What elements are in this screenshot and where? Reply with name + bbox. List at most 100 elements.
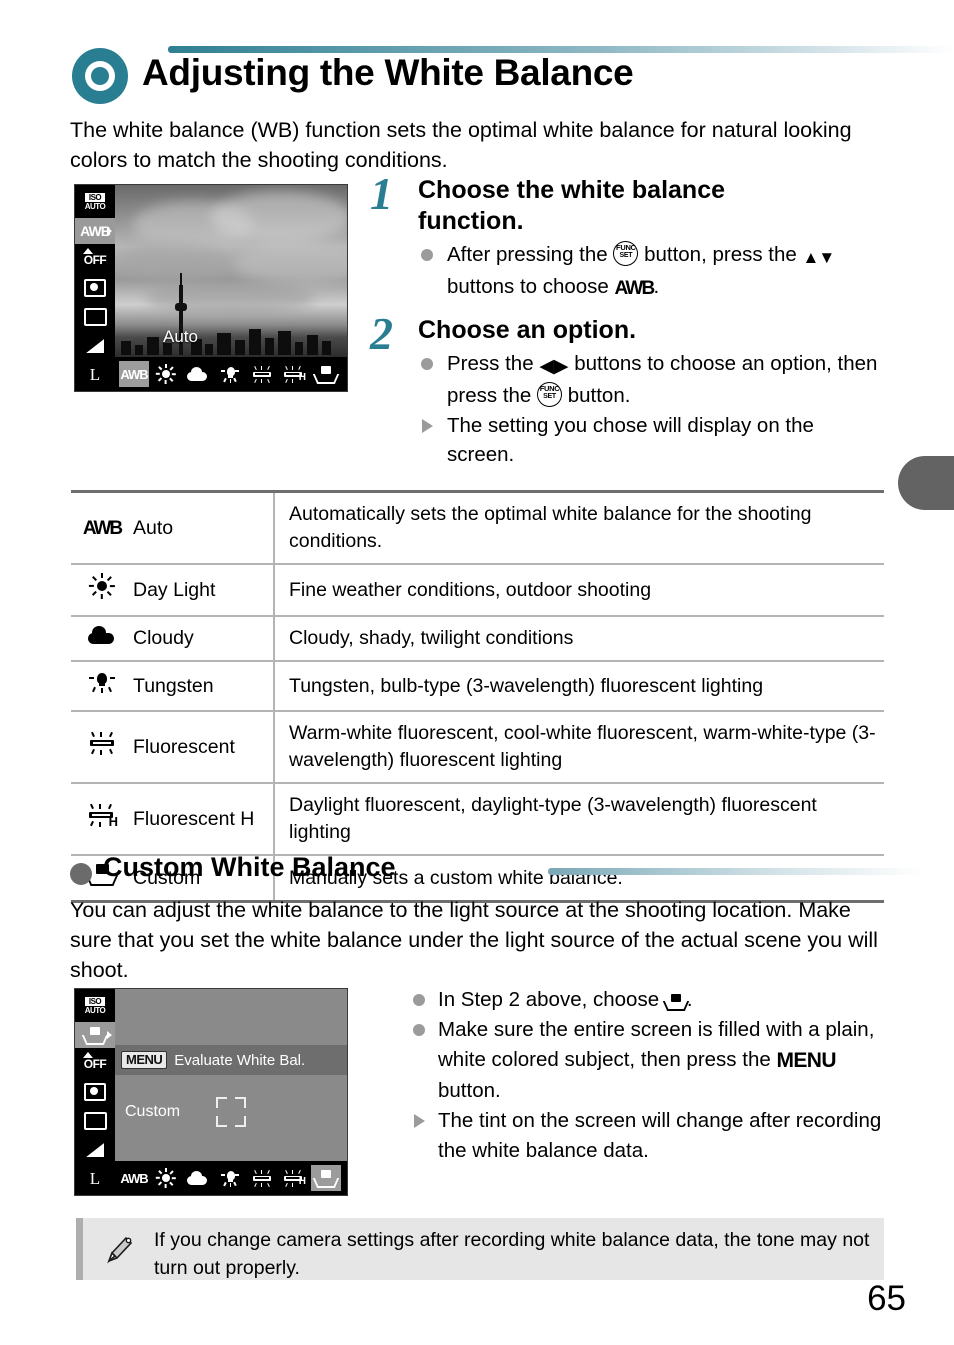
cloudy-icon [187, 367, 209, 381]
rail-item-awb[interactable]: AWB [75, 217, 115, 244]
bullet-dot-icon [413, 1024, 425, 1036]
subsection-rule [548, 868, 923, 875]
bullet-dot-icon [421, 249, 433, 261]
left-right-arrows-icon: ◀▶ [539, 356, 569, 377]
result-triangle-icon [422, 419, 433, 433]
bullet: The tint on the screen will change after… [410, 1106, 885, 1166]
step-number: 1 [370, 168, 393, 219]
wb-option-custom[interactable] [311, 1165, 341, 1191]
row-name: Fluorescent [133, 735, 235, 758]
evaluate-white-balance-label: Evaluate White Bal. [174, 1051, 306, 1069]
image-size-l-icon[interactable]: L [75, 362, 115, 388]
awb-glyph: AWB [614, 278, 656, 299]
iso-auto-icon[interactable]: ISO AUTO [75, 993, 115, 1019]
day-light-icon [89, 573, 116, 599]
camera-settings-rail: ISO AUTO AWB OFF L [75, 185, 115, 391]
intro-paragraph: The white balance (WB) function sets the… [70, 118, 852, 172]
fluorescent-h-icon: H [86, 803, 118, 828]
image-size-l-icon[interactable]: L [75, 1166, 115, 1192]
result-triangle-icon [414, 1114, 425, 1128]
menu-button-glyph: MENU [776, 1049, 836, 1072]
tungsten-icon [220, 1168, 240, 1188]
up-down-arrows-icon: ▲▼ [802, 248, 836, 267]
day-light-icon [155, 1168, 176, 1188]
mode-label: Auto [163, 327, 198, 346]
white-balance-option-strip: AWB H [115, 357, 347, 391]
wb-option-auto[interactable]: AWB [119, 1165, 149, 1191]
row-desc: Cloudy, shady, twilight conditions [273, 616, 884, 661]
fluorescent-icon [251, 365, 273, 384]
compression-wedge-icon[interactable] [75, 1137, 115, 1163]
step-number: 2 [370, 308, 393, 359]
fluorescent-h-icon: H [282, 1169, 306, 1188]
steps-list: 1 Choose the white balance function. Aft… [370, 171, 885, 471]
func-set-button-icon: FUNC SET [537, 382, 563, 407]
row-name: Fluorescent H [133, 807, 255, 830]
drive-frame-icon[interactable] [75, 304, 115, 330]
day-light-icon [155, 364, 176, 384]
table-row: Fluorescent Warm-white fluorescent, cool… [71, 711, 884, 783]
note-text: If you change camera settings after reco… [154, 1229, 870, 1279]
wb-option-day-light[interactable] [151, 1165, 181, 1191]
row-desc: Warm-white fluorescent, cool-white fluor… [273, 711, 884, 783]
manual-page: Adjusting the White Balance The white ba… [0, 0, 954, 1345]
compression-wedge-icon[interactable] [75, 333, 115, 359]
rail-item-custom-wb[interactable] [75, 1021, 115, 1048]
wb-option-tungsten[interactable] [215, 361, 245, 387]
menu-button-chip: MENU [121, 1051, 168, 1069]
step-1: 1 Choose the white balance function. Aft… [370, 171, 885, 303]
flash-off-icon[interactable]: OFF [75, 247, 115, 273]
table-row: AWB Auto Automatically sets the optimal … [71, 491, 884, 564]
awb-rail-label: AWB [80, 222, 111, 239]
flash-off-icon[interactable]: OFF [75, 1051, 115, 1077]
pencil-icon [102, 1232, 136, 1266]
wb-option-cloudy[interactable] [183, 1165, 213, 1191]
wb-option-custom[interactable] [311, 361, 341, 387]
chapter-tab-marker [898, 456, 954, 510]
wb-option-fluorescent-h[interactable]: H [279, 1165, 309, 1191]
row-name: Cloudy [133, 627, 194, 649]
tungsten-icon [88, 670, 116, 694]
city-skyline [115, 273, 347, 355]
camera-settings-rail: ISO AUTO OFF L [75, 989, 115, 1195]
row-icon-cell [71, 564, 133, 616]
bullet: After pressing the FUNC SET button, pres… [418, 240, 885, 303]
row-name: Auto [133, 516, 174, 539]
wb-option-tungsten[interactable] [215, 1165, 245, 1191]
bullet: Press the ◀▶ buttons to choose an option… [418, 349, 885, 410]
fluorescent-icon [251, 1169, 273, 1188]
subsection-title: Custom White Balance [103, 852, 396, 882]
drive-frame-icon[interactable] [75, 1108, 115, 1134]
metering-icon[interactable] [75, 275, 115, 301]
custom-wb-icon [312, 1170, 340, 1188]
wb-option-day-light[interactable] [151, 361, 181, 387]
page-title: Adjusting the White Balance [142, 52, 634, 93]
chevron-right-icon [107, 1030, 112, 1039]
table-row: Tungsten Tungsten, bulb-type (3-waveleng… [71, 661, 884, 711]
af-frame-icon [216, 1097, 246, 1127]
wb-option-fluorescent-h[interactable]: H [279, 361, 309, 387]
custom-wb-icon [312, 366, 340, 384]
wb-option-fluorescent[interactable] [247, 1165, 277, 1191]
metering-icon[interactable] [75, 1079, 115, 1105]
bullet: The setting you chose will display on th… [418, 411, 885, 469]
mode-label: Custom [125, 1103, 181, 1120]
note-box: If you change camera settings after reco… [76, 1218, 884, 1280]
wb-option-auto[interactable]: AWB [119, 361, 149, 387]
cloudy-icon [88, 626, 116, 644]
row-icon-cell: H [71, 783, 133, 855]
iso-auto-icon[interactable]: ISO AUTO [75, 189, 115, 215]
bullet: Make sure the entire screen is filled wi… [410, 1015, 885, 1106]
table-row: H Fluorescent H Daylight fluorescent, da… [71, 783, 884, 855]
tungsten-icon [220, 364, 240, 384]
wb-option-fluorescent[interactable] [247, 361, 277, 387]
wb-option-cloudy[interactable] [183, 361, 213, 387]
row-desc: Automatically sets the optimal white bal… [273, 491, 884, 564]
camera-screen-preview: Auto ISO AUTO AWB OFF L AWB H [74, 184, 348, 392]
custom-wb-bullets: In Step 2 above, choose . Make sure the … [410, 985, 885, 1166]
cloudy-icon [187, 1171, 209, 1185]
bullet-circle-icon [70, 863, 92, 885]
func-set-button-icon: FUNC SET [613, 241, 639, 266]
row-desc: Daylight fluorescent, daylight-type (3-w… [273, 783, 884, 855]
step-2: 2 Choose an option. Press the ◀▶ buttons… [370, 311, 885, 469]
